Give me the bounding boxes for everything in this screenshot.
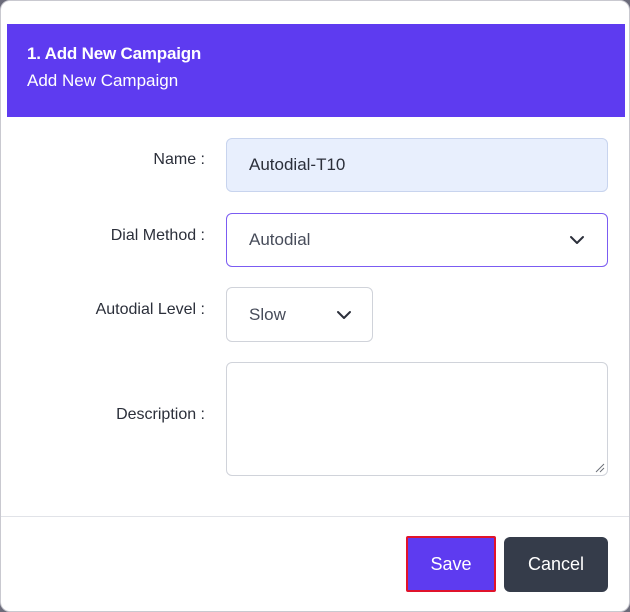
save-button[interactable]: Save [406,536,496,592]
dial-method-label: Dial Method : [110,227,205,244]
chevron-down-icon [570,236,584,244]
footer-divider [1,516,629,517]
modal-subtitle: Add New Campaign [27,71,179,90]
dial-method-selected-value: Autodial [249,230,311,249]
autodial-level-select[interactable]: Slow [226,287,373,342]
name-input[interactable]: Autodial-T10 [226,138,608,192]
modal-title: 1. Add New Campaign [27,44,202,63]
autodial-level-label: Autodial Level : [95,301,205,318]
resize-handle-icon[interactable] [595,463,605,473]
name-input-value: Autodial-T10 [249,155,346,174]
dial-method-select[interactable]: Autodial [226,213,608,267]
description-textarea[interactable] [226,362,608,476]
description-label: Description : [116,406,205,423]
autodial-level-selected-value: Slow [249,305,286,324]
name-label: Name : [153,151,205,168]
modal-header: 1. Add New Campaign Add New Campaign [7,24,625,117]
cancel-button[interactable]: Cancel [504,537,608,592]
add-campaign-modal: 1. Add New Campaign Add New Campaign Nam… [0,0,630,612]
chevron-down-icon [337,310,351,319]
